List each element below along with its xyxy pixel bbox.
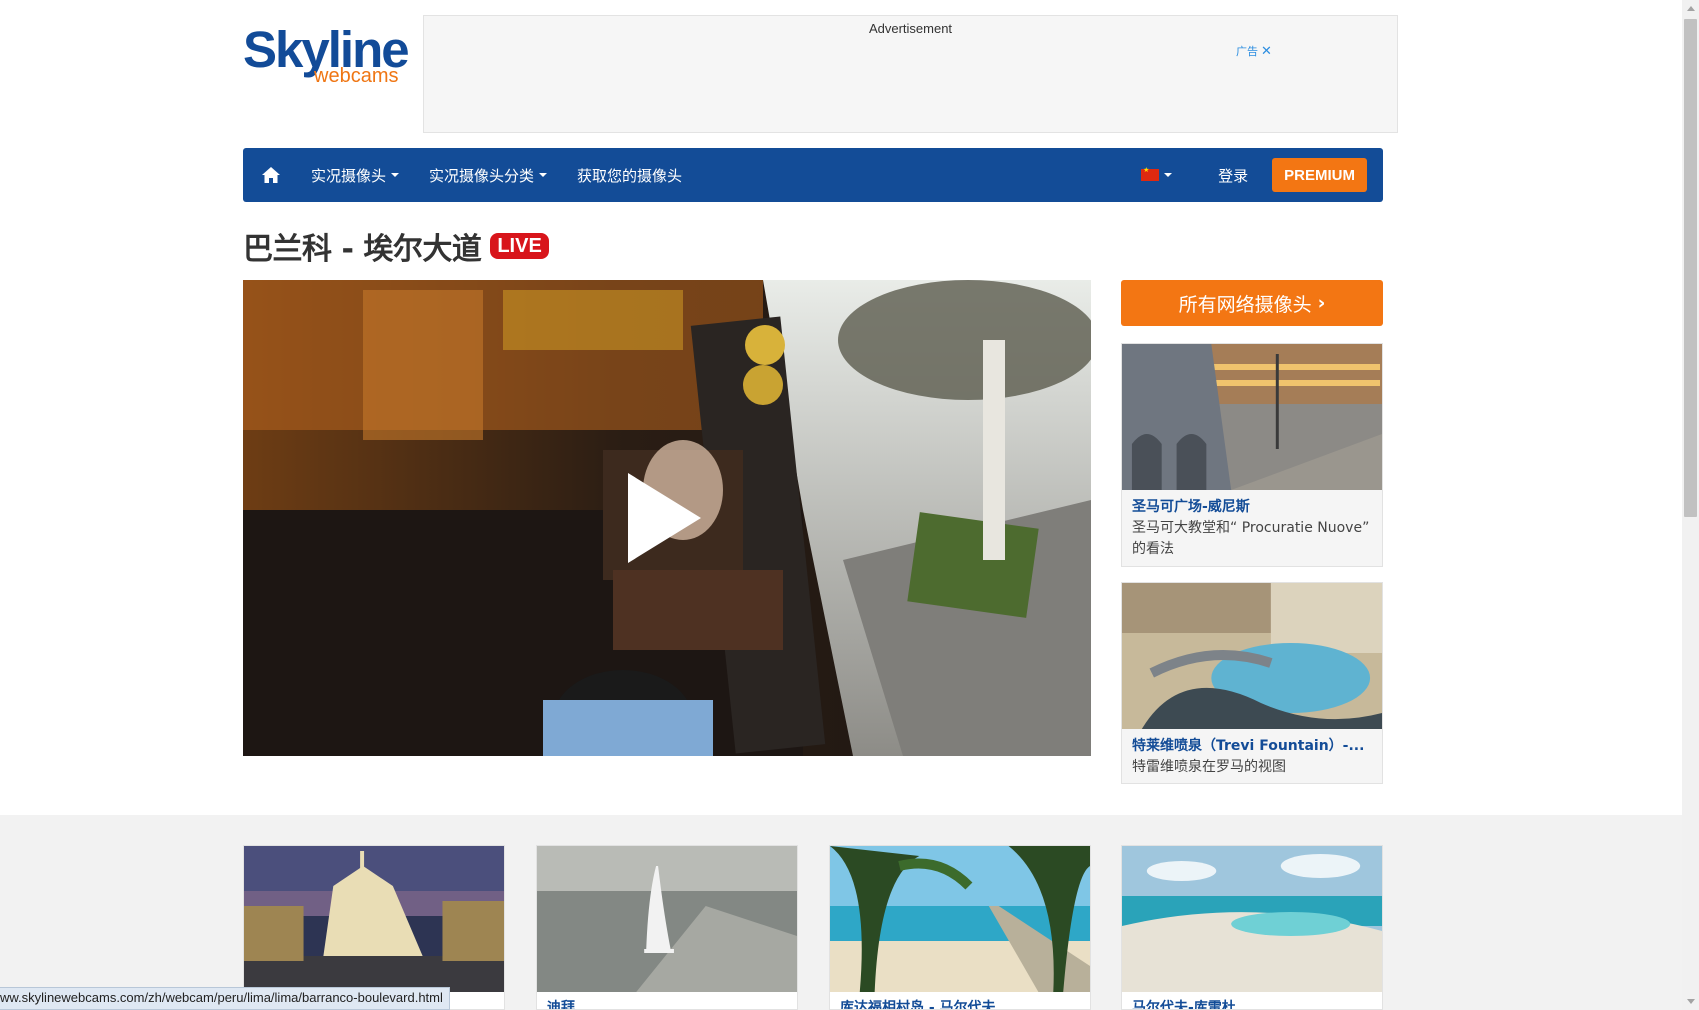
- logo-subtitle: webcams: [314, 65, 399, 87]
- home-icon: [262, 167, 280, 183]
- caret-down-icon: [1164, 173, 1173, 177]
- webcam-thumbnail: [1122, 344, 1382, 490]
- webcam-thumbnail: [1122, 846, 1382, 992]
- close-icon[interactable]: ✕: [1261, 44, 1272, 59]
- scroll-up-arrow-icon[interactable]: [1682, 0, 1699, 17]
- scrollbar-thumb[interactable]: [1684, 19, 1697, 517]
- featured-webcam-card[interactable]: 迪拜: [536, 845, 798, 1010]
- caret-down-icon: [539, 173, 548, 177]
- site-logo[interactable]: Skyline webcams: [243, 24, 413, 88]
- webcam-card-title: 特莱维喷泉（Trevi Fountain）-...: [1132, 738, 1365, 754]
- page-scrollbar[interactable]: [1682, 0, 1699, 1010]
- webcam-preview-image: [243, 280, 1091, 756]
- ad-choices-button[interactable]: 广告 ✕: [1236, 43, 1272, 59]
- ad-label: Advertisement: [868, 21, 953, 36]
- all-webcams-button[interactable]: 所有网络摄像头 ›: [1121, 280, 1383, 326]
- nav-item-label: 获取您的摄像头: [577, 166, 683, 185]
- main-navbar: 实况摄像头 实况摄像头分类 获取您的摄像头 登录 PREMIUM: [243, 148, 1383, 202]
- nav-item-label: 实况摄像头分类: [429, 166, 535, 185]
- webcam-card-title: 迪拜: [547, 1000, 575, 1010]
- sidebar-webcam-card[interactable]: 圣马可广场-威尼斯 圣马可大教堂和“ Procuratie Nuove” 的看法: [1121, 343, 1383, 567]
- webcam-thumbnail: [244, 846, 504, 992]
- sidebar-webcam-card[interactable]: 特莱维喷泉（Trevi Fountain）-... 特雷维喷泉在罗马的视图: [1121, 582, 1383, 784]
- webcam-card-title: 马尔代夫-库雷杜: [1132, 1000, 1236, 1010]
- live-badge: LIVE: [490, 233, 549, 259]
- webcam-thumbnail: [537, 846, 797, 992]
- nav-item-get-your-webcam[interactable]: 获取您的摄像头: [562, 148, 697, 202]
- webcam-card-description: 特雷维喷泉在罗马的视图: [1132, 759, 1286, 775]
- browser-status-bar: ww.skylinewebcams.com/zh/webcam/peru/lim…: [0, 987, 450, 1010]
- nav-item-label: 实况摄像头: [311, 166, 387, 185]
- caret-down-icon: [391, 173, 400, 177]
- login-link[interactable]: 登录: [1206, 148, 1260, 202]
- premium-button[interactable]: PREMIUM: [1272, 158, 1367, 192]
- home-button[interactable]: [246, 148, 296, 202]
- webcam-thumbnail: [1122, 583, 1382, 729]
- webcam-card-title: 库达福相村岛 - 马尔代夫: [840, 1000, 996, 1010]
- webcam-card-title: 圣马可广场-威尼斯: [1132, 499, 1250, 515]
- featured-webcam-card[interactable]: 库达福相村岛 - 马尔代夫: [829, 845, 1091, 1010]
- scroll-down-arrow-icon[interactable]: [1682, 993, 1699, 1010]
- language-selector[interactable]: [1131, 148, 1182, 202]
- page-title: 巴兰科 - 埃尔大道: [243, 232, 482, 267]
- all-webcams-label: 所有网络摄像头: [1178, 293, 1312, 316]
- webcam-thumbnail: [830, 846, 1090, 992]
- chevron-right-icon: ›: [1317, 292, 1326, 314]
- webcam-card-description: 圣马可大教堂和“ Procuratie Nuove” 的看法: [1132, 520, 1370, 557]
- nav-item-live-webcams[interactable]: 实况摄像头: [296, 148, 414, 202]
- china-flag-icon: [1141, 166, 1160, 181]
- advertisement-banner: Advertisement 广告 ✕: [423, 15, 1398, 133]
- nav-item-categories[interactable]: 实况摄像头分类: [414, 148, 562, 202]
- featured-webcam-card[interactable]: 马尔代夫-库雷杜: [1121, 845, 1383, 1010]
- ad-choices-label: 广告: [1236, 45, 1258, 58]
- video-player[interactable]: [243, 280, 1091, 756]
- featured-webcam-card[interactable]: [243, 845, 505, 1010]
- page-title-row: 巴兰科 - 埃尔大道 LIVE: [243, 224, 549, 268]
